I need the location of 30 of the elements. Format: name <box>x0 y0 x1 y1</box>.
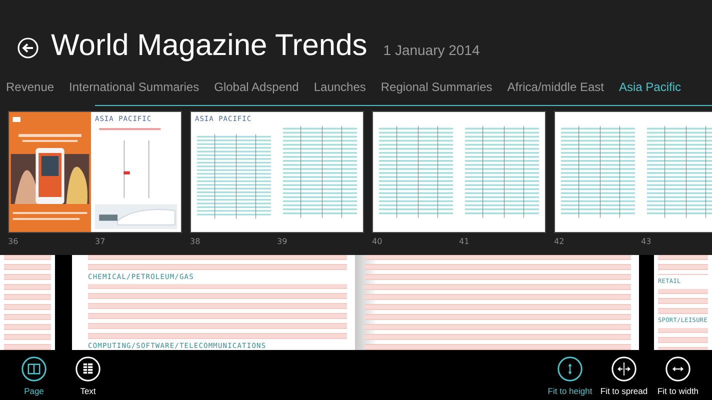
page-title: World Magazine Trends <box>51 28 368 64</box>
zoom-button[interactable]: Fit to width <box>652 350 704 400</box>
page-number: 39 <box>277 237 288 247</box>
section-tab[interactable]: International Summaries <box>69 77 200 101</box>
view-button[interactable]: Text <box>62 350 114 400</box>
section-tab[interactable]: Global Adspend <box>214 77 299 101</box>
list-icon <box>75 356 101 382</box>
back-button[interactable] <box>17 37 39 59</box>
page-number: 40 <box>372 237 384 247</box>
section-tab[interactable]: Regional Summaries <box>380 77 492 101</box>
section-tab[interactable]: Revenue <box>6 77 54 101</box>
page-number: 36 <box>8 237 20 247</box>
section-tab[interactable]: Launches <box>314 77 366 101</box>
section-tab[interactable]: Africa/middle East <box>507 77 604 101</box>
page-number: 37 <box>95 237 106 247</box>
issue-date: 1 January 2014 <box>383 42 480 58</box>
page-number: 43 <box>641 237 652 247</box>
page-thumbnail[interactable] <box>372 111 546 233</box>
book-icon <box>21 356 47 382</box>
page-number: 41 <box>459 237 470 247</box>
page-number: 42 <box>554 237 566 247</box>
zoom-button[interactable]: Fit to height <box>544 350 596 400</box>
horizontal-arrows-icon <box>611 356 637 382</box>
vertical-arrows-icon <box>557 356 583 382</box>
zoom-button[interactable]: Fit to spread <box>598 350 650 400</box>
section-tab[interactable]: Asia Pacific <box>618 77 682 101</box>
page-number: 38 <box>190 237 202 247</box>
page-thumbnail[interactable] <box>554 111 712 233</box>
horizontal-arrows-icon <box>665 356 691 382</box>
view-button[interactable]: Page <box>8 350 60 400</box>
